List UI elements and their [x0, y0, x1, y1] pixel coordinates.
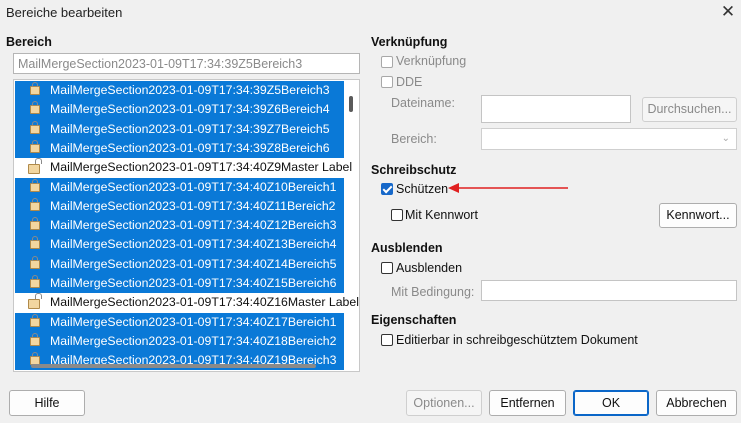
- lock-icon: [30, 255, 40, 269]
- dde-checkbox-label: DDE: [396, 75, 423, 89]
- list-item[interactable]: MailMergeSection2023-01-09T17:34:40Z12Be…: [15, 216, 344, 236]
- chevron-down-icon: ⌄: [721, 133, 730, 144]
- list-item[interactable]: MailMergeSection2023-01-09T17:34:40Z11Be…: [15, 196, 344, 217]
- list-item[interactable]: MailMergeSection2023-01-09T17:34:40Z18Be…: [15, 331, 344, 352]
- browse-button[interactable]: Durchsuchen...: [642, 97, 737, 122]
- list-item-label: MailMergeSection2023-01-09T17:34:40Z16Ma…: [50, 295, 359, 310]
- verknuepfung-header: Verknüpfung: [371, 35, 448, 49]
- link-checkbox-label: Verknüpfung: [396, 54, 467, 68]
- list-item[interactable]: MailMergeSection2023-01-09T17:34:40Z15Be…: [15, 274, 344, 294]
- list-item[interactable]: MailMergeSection2023-01-09T17:34:39Z8Ber…: [15, 138, 344, 159]
- list-item[interactable]: MailMergeSection2023-01-09T17:34:40Z10Be…: [15, 177, 344, 197]
- list-item-label: MailMergeSection2023-01-09T17:34:40Z12Be…: [50, 218, 337, 233]
- lock-icon: [30, 217, 40, 231]
- unlock-icon: [28, 158, 42, 175]
- unlock-icon: [28, 293, 42, 310]
- lock-icon: [30, 178, 40, 192]
- list-item[interactable]: MailMergeSection2023-01-09T17:34:39Z5Ber…: [15, 81, 344, 101]
- dateiname-field[interactable]: [481, 95, 631, 123]
- list-item-label: MailMergeSection2023-01-09T17:34:40Z11Be…: [50, 198, 336, 213]
- dialog-title: Bereiche bearbeiten: [6, 5, 123, 20]
- list-item-label: MailMergeSection2023-01-09T17:34:40Z13Be…: [50, 237, 337, 252]
- list-item[interactable]: MailMergeSection2023-01-09T17:34:40Z14Be…: [15, 254, 344, 274]
- help-button[interactable]: Hilfe: [9, 390, 85, 416]
- vertical-scrollbar[interactable]: [349, 96, 353, 112]
- protect-checkbox-label: Schützen: [396, 182, 449, 196]
- list-item-label: MailMergeSection2023-01-09T17:34:39Z8Ber…: [50, 140, 330, 155]
- list-item[interactable]: MailMergeSection2023-01-09T17:34:40Z16Ma…: [15, 293, 359, 313]
- lock-icon: [30, 332, 40, 346]
- editable-checkbox-label: Editierbar in schreibgeschütztem Dokumen…: [396, 333, 638, 347]
- close-icon[interactable]: ✕: [718, 2, 738, 22]
- lock-icon: [30, 275, 40, 288]
- lock-icon: [30, 82, 40, 95]
- red-arrow-annotation: [448, 183, 568, 193]
- list-item-label: MailMergeSection2023-01-09T17:34:39Z6Ber…: [50, 102, 330, 117]
- dateiname-label: Dateiname:: [391, 96, 455, 110]
- list-item-label: MailMergeSection2023-01-09T17:34:40Z14Be…: [50, 256, 337, 271]
- lock-icon: [30, 139, 40, 153]
- ausblenden-header: Ausblenden: [371, 241, 443, 255]
- condition-label: Mit Bedingung:: [391, 285, 475, 299]
- editable-checkbox[interactable]: [381, 334, 393, 346]
- options-button[interactable]: Optionen...: [406, 390, 482, 416]
- list-item-label: MailMergeSection2023-01-09T17:34:40Z15Be…: [50, 276, 337, 290]
- ok-button[interactable]: OK: [573, 390, 649, 416]
- lock-icon: [30, 101, 40, 115]
- password-button[interactable]: Kennwort...: [659, 203, 737, 228]
- list-item[interactable]: MailMergeSection2023-01-09T17:34:39Z7Ber…: [15, 119, 344, 139]
- protect-checkbox[interactable]: [381, 183, 393, 195]
- bereich-link-combo[interactable]: ⌄: [481, 128, 737, 150]
- cancel-button[interactable]: Abbrechen: [656, 390, 737, 416]
- list-item-label: MailMergeSection2023-01-09T17:34:40Z17Be…: [50, 314, 337, 329]
- bereich-header: Bereich: [6, 35, 52, 49]
- eigenschaften-header: Eigenschaften: [371, 313, 457, 327]
- password-checkbox-label: Mit Kennwort: [405, 208, 478, 222]
- lock-icon: [30, 313, 40, 327]
- section-name-field[interactable]: MailMergeSection2023-01-09T17:34:39Z5Ber…: [13, 53, 360, 74]
- list-item[interactable]: MailMergeSection2023-01-09T17:34:39Z6Ber…: [15, 100, 344, 120]
- list-item-label: MailMergeSection2023-01-09T17:34:40Z10Be…: [50, 179, 337, 194]
- list-item-label: MailMergeSection2023-01-09T17:34:40Z18Be…: [50, 333, 337, 348]
- remove-button[interactable]: Entfernen: [489, 390, 566, 416]
- list-item[interactable]: MailMergeSection2023-01-09T17:34:40Z17Be…: [15, 312, 344, 332]
- bereich-link-label: Bereich:: [391, 132, 437, 146]
- list-item[interactable]: MailMergeSection2023-01-09T17:34:40Z9Mas…: [15, 158, 352, 178]
- section-list[interactable]: MailMergeSection2023-01-09T17:34:39Z5Ber…: [13, 79, 360, 372]
- hide-checkbox-label: Ausblenden: [396, 261, 463, 275]
- background-window-edge: [741, 0, 747, 423]
- list-item[interactable]: MailMergeSection2023-01-09T17:34:40Z13Be…: [15, 235, 344, 255]
- lock-icon: [30, 197, 40, 211]
- hide-checkbox[interactable]: [381, 262, 393, 274]
- horizontal-scrollbar[interactable]: [31, 364, 316, 368]
- list-item-label: MailMergeSection2023-01-09T17:34:39Z7Ber…: [50, 121, 330, 136]
- condition-field[interactable]: [481, 280, 737, 301]
- lock-icon: [30, 120, 40, 134]
- dde-checkbox[interactable]: [381, 76, 393, 88]
- lock-icon: [30, 236, 40, 250]
- link-checkbox[interactable]: [381, 56, 393, 68]
- list-item-label: MailMergeSection2023-01-09T17:34:39Z5Ber…: [50, 83, 330, 97]
- password-checkbox[interactable]: [391, 209, 403, 221]
- list-item-label: MailMergeSection2023-01-09T17:34:40Z9Mas…: [50, 160, 353, 175]
- schreibschutz-header: Schreibschutz: [371, 163, 457, 177]
